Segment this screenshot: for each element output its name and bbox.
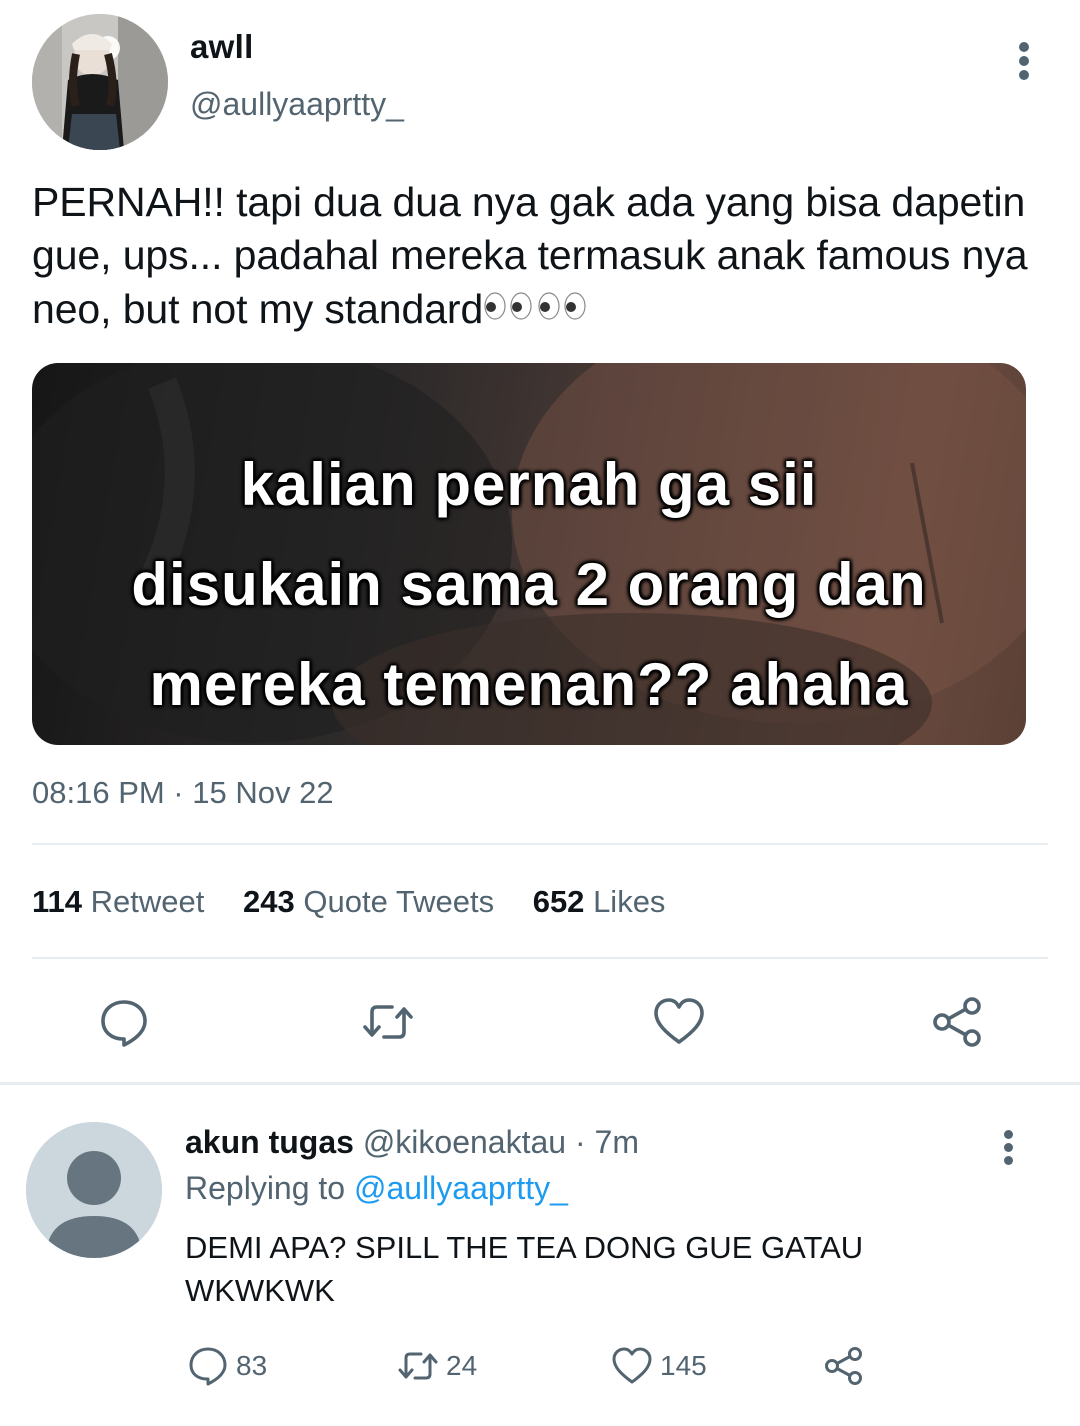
tweet-text: PERNAH!! tapi dua dua nya gak ada yang b… — [32, 176, 1042, 336]
likes-count: 652 — [532, 884, 585, 919]
author-handle[interactable]: @aullyaaprtty_ — [190, 86, 404, 123]
retweet-icon — [398, 1352, 438, 1380]
retweets-stat[interactable]: 114 Retweet — [32, 884, 204, 920]
likes-label: Likes — [593, 884, 666, 919]
media-caption-line: kalian pernah ga sii — [240, 451, 818, 518]
section-separator — [0, 1082, 1080, 1085]
user-placeholder-icon — [26, 1122, 162, 1258]
reply-retweet-button[interactable]: 24 — [396, 1344, 477, 1388]
reply-display-name[interactable]: akun tugas — [185, 1124, 354, 1160]
reply-retweet-count: 24 — [446, 1350, 478, 1381]
reply-handle[interactable]: @kikoenaktau — [363, 1124, 566, 1160]
main-tweet: awll @aullyaaprtty_ PERNAH!! tapi dua du… — [0, 0, 1080, 1080]
quote-tweets-count: 243 — [243, 884, 295, 919]
tweet-stats: 114 Retweet 243 Quote Tweets 652 Likes — [32, 884, 695, 920]
reply-like-button[interactable]: 145 — [610, 1344, 707, 1388]
likes-stat[interactable]: 652 Likes — [533, 884, 666, 920]
replying-to-prefix: Replying to — [185, 1170, 346, 1206]
quote-tweets-stat[interactable]: 243 Quote Tweets — [243, 884, 494, 920]
reply-text: DEMI APA? SPILL THE TEA DONG GUE GATAU W… — [185, 1230, 864, 1308]
eyes-emoji — [483, 282, 587, 335]
retweet-button[interactable] — [360, 994, 416, 1050]
share-icon — [933, 997, 981, 1047]
media-caption-line: disukain sama 2 orang dan — [131, 551, 927, 618]
reply-time[interactable]: · 7m — [575, 1124, 639, 1160]
divider — [32, 843, 1048, 845]
tweet-media[interactable]: kalian pernah ga sii disukain sama 2 ora… — [32, 363, 1026, 745]
reply-more-options-icon[interactable] — [992, 1128, 1026, 1166]
share-icon — [825, 1347, 862, 1385]
media-caption: kalian pernah ga sii disukain sama 2 ora… — [32, 435, 1026, 735]
reply-icon — [101, 1000, 147, 1047]
reply-header: akun tugas @kikoenaktau · 7m — [185, 1124, 639, 1161]
replying-to: Replying to @aullyaaprtty_ — [185, 1170, 568, 1207]
reply-button[interactable] — [96, 994, 152, 1050]
media-caption-line: mereka temenan?? ahaha — [149, 651, 909, 718]
heart-icon — [654, 998, 704, 1044]
reply-reply-button[interactable]: 83 — [186, 1344, 267, 1388]
reply-reply-count: 83 — [236, 1350, 268, 1381]
share-button[interactable] — [930, 994, 986, 1050]
like-button[interactable] — [651, 994, 707, 1050]
reply-share-button[interactable] — [822, 1344, 872, 1388]
divider — [32, 957, 1048, 959]
tweet-timestamp[interactable]: 08:16 PM · 15 Nov 22 — [32, 775, 334, 811]
default-avatar[interactable] — [26, 1122, 162, 1258]
more-options-icon[interactable] — [1004, 38, 1044, 84]
author-display-name[interactable]: awll — [190, 28, 254, 66]
reply-like-count: 145 — [660, 1350, 707, 1381]
retweet-icon — [363, 1005, 413, 1039]
retweets-count: 114 — [32, 884, 83, 919]
reply-icon — [189, 1347, 227, 1386]
replying-to-mention[interactable]: @aullyaaprtty_ — [354, 1170, 568, 1206]
author-avatar[interactable] — [32, 14, 168, 150]
heart-icon — [612, 1347, 652, 1384]
quote-tweets-label: Quote Tweets — [303, 884, 495, 919]
retweets-label: Retweet — [90, 884, 205, 919]
